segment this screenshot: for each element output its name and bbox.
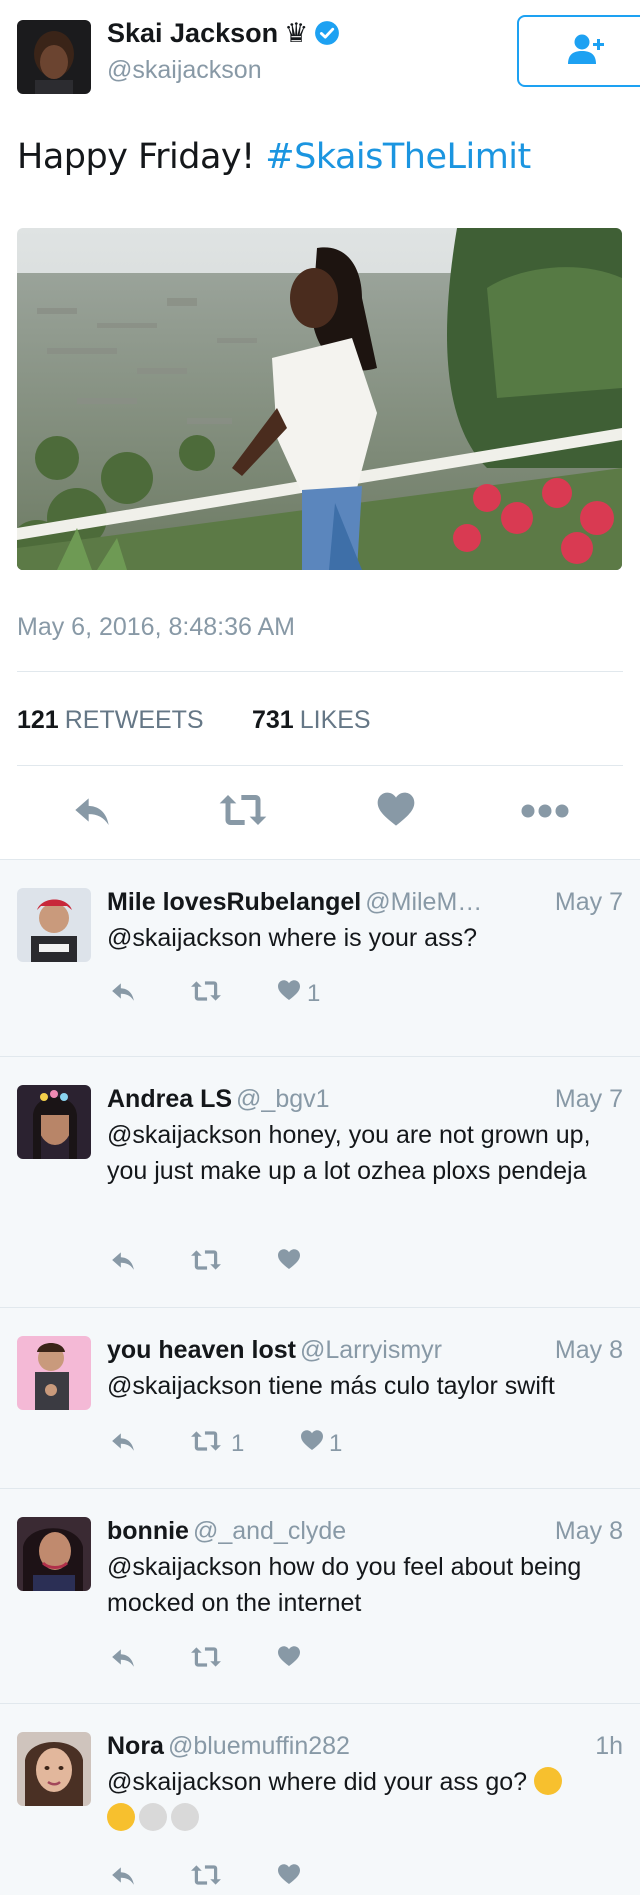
reply-icon[interactable]	[109, 1428, 137, 1459]
reply-author-handle[interactable]: @_and_clyde	[193, 1517, 346, 1545]
divider	[17, 671, 623, 672]
reply-author-handle[interactable]: @MileM…	[365, 888, 482, 916]
reply-tweet[interactable]: bonnie @_and_clyde May 8 @skaijackson how…	[0, 1489, 640, 1703]
like-icon[interactable]	[277, 1247, 301, 1276]
hashtag-link[interactable]: #SkaisTheLimit	[265, 137, 531, 177]
retweet-icon[interactable]	[190, 978, 222, 1009]
follow-button[interactable]	[517, 15, 640, 87]
reply-author-handle[interactable]: @Larryismyr	[300, 1336, 442, 1364]
reply-actions: 1	[107, 978, 407, 1008]
retweets-count: 121	[17, 706, 59, 734]
more-icon[interactable]	[521, 804, 569, 823]
likes-label: LIKES	[299, 706, 371, 734]
reply-tweet[interactable]: Andrea LS @_bgv1 May 7 @skaijackson honey…	[0, 1057, 640, 1307]
reply-icon[interactable]	[109, 1862, 137, 1893]
tweet-photo[interactable]	[17, 228, 622, 570]
like-count: 1	[329, 1430, 343, 1457]
like-icon[interactable]	[277, 1862, 301, 1891]
reply-icon[interactable]	[109, 1247, 137, 1278]
reply-actions	[107, 1862, 407, 1892]
skull-emoji-icon	[139, 1803, 167, 1831]
reply-header: Nora @bluemuffin282	[107, 1732, 350, 1761]
reply-avatar[interactable]	[17, 1085, 91, 1159]
reply-date[interactable]: May 8	[555, 1336, 623, 1365]
retweets-stat[interactable]: 121 RETWEETS	[17, 706, 204, 734]
reply-text: @skaijackson honey, you are not grown up…	[107, 1121, 591, 1185]
author-name-text: Skai Jackson	[107, 18, 279, 48]
reply-avatar[interactable]	[17, 1336, 91, 1410]
author-handle[interactable]: @skaijackson	[107, 56, 262, 85]
reply-date[interactable]: May 7	[555, 888, 623, 917]
author-avatar[interactable]	[17, 20, 91, 94]
tweet-timestamp[interactable]: May 6, 2016, 8:48:36 AM	[17, 613, 295, 642]
reply-actions	[107, 1644, 407, 1674]
reply-author-name[interactable]: you heaven lost	[107, 1336, 296, 1364]
likes-stat[interactable]: 731 LIKES	[252, 706, 371, 735]
reply-text: @skaijackson where is your ass?	[107, 924, 477, 952]
retweet-icon[interactable]	[218, 790, 268, 835]
divider	[17, 765, 623, 766]
likes-count: 731	[252, 706, 294, 734]
author-name[interactable]: Skai Jackson ♛	[107, 18, 340, 53]
like-icon[interactable]	[277, 1644, 301, 1673]
reply-author-name[interactable]: Mile lovesRubelangel	[107, 888, 361, 916]
follow-user-icon	[566, 32, 606, 71]
retweet-icon[interactable]	[190, 1428, 222, 1459]
reply-avatar[interactable]	[17, 888, 91, 962]
reply-header: bonnie @_and_clyde	[107, 1517, 346, 1546]
reply-actions	[107, 1247, 407, 1277]
reply-header: Andrea LS @_bgv1	[107, 1085, 330, 1114]
retweets-label: RETWEETS	[64, 706, 204, 734]
reply-icon[interactable]	[109, 978, 137, 1009]
retweet-icon[interactable]	[190, 1247, 222, 1278]
reply-text-body: @skaijackson where did your ass go?	[107, 1768, 528, 1796]
retweet-icon[interactable]	[190, 1862, 222, 1893]
reply-tweet[interactable]: Nora @bluemuffin282 1h @skaijackson where…	[0, 1704, 640, 1895]
verified-badge-icon	[314, 20, 340, 53]
reply-tweet[interactable]: you heaven lost @Larryismyr May 8 @skaija…	[0, 1308, 640, 1488]
reply-actions: 1 1	[107, 1428, 407, 1458]
reply-avatar[interactable]	[17, 1517, 91, 1591]
tweet-text-body: Happy Friday!	[17, 137, 266, 177]
reply-author-name[interactable]: Nora	[107, 1732, 164, 1760]
reply-date[interactable]: 1h	[595, 1732, 623, 1761]
tweet-actions	[0, 790, 640, 840]
retweet-count: 1	[231, 1430, 245, 1457]
tweet-text: Happy Friday! #SkaisTheLimit	[17, 137, 531, 177]
reply-icon[interactable]	[109, 1644, 137, 1675]
reply-author-name[interactable]: bonnie	[107, 1517, 189, 1545]
like-icon[interactable]	[277, 978, 301, 1007]
reply-text: @skaijackson how do you feel about being…	[107, 1553, 582, 1617]
reply-tweet[interactable]: Mile lovesRubelangel @MileM… May 7 @skaij…	[0, 860, 640, 1056]
reply-author-name[interactable]: Andrea LS	[107, 1085, 232, 1113]
reply-date[interactable]: May 8	[555, 1517, 623, 1546]
laughing-emoji-icon	[534, 1767, 562, 1795]
like-icon[interactable]	[376, 790, 416, 833]
reply-header: you heaven lost @Larryismyr	[107, 1336, 442, 1365]
reply-author-handle[interactable]: @bluemuffin282	[168, 1732, 350, 1760]
retweet-icon[interactable]	[190, 1644, 222, 1675]
like-icon[interactable]	[300, 1428, 324, 1457]
laughing-emoji-icon	[107, 1803, 135, 1831]
crown-badge: ♛	[284, 18, 309, 48]
reply-text: @skaijackson where did your ass go?	[107, 1764, 627, 1836]
skull-emoji-icon	[171, 1803, 199, 1831]
reply-author-handle[interactable]: @_bgv1	[236, 1085, 330, 1113]
reply-date[interactable]: May 7	[555, 1085, 623, 1114]
reply-icon[interactable]	[70, 790, 114, 835]
reply-avatar[interactable]	[17, 1732, 91, 1806]
main-tweet: Skai Jackson ♛ @skaijackson Happy Friday!…	[0, 0, 640, 860]
like-count: 1	[307, 980, 321, 1007]
reply-header: Mile lovesRubelangel @MileM…	[107, 888, 482, 917]
reply-text: @skaijackson tiene más culo taylor swift	[107, 1372, 555, 1400]
tweet-stats: 121 RETWEETS 731 LIKES	[17, 706, 371, 735]
